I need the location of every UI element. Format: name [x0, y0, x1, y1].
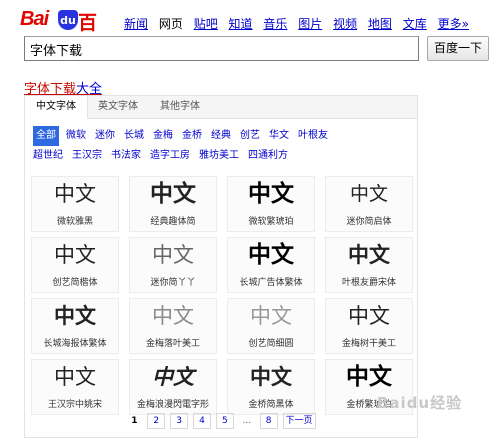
font-name: 长城广告体繁体 — [239, 278, 303, 288]
filter-jinmei[interactable]: 金梅 — [153, 126, 173, 146]
font-preview: 中文 — [348, 304, 390, 328]
font-name: 叶根友爵宋体 — [341, 278, 396, 288]
font-preview: 中文 — [150, 181, 196, 207]
filter-wanghanzong[interactable]: 王汉宗 — [72, 146, 102, 166]
font-card[interactable]: 中文 微软雅黑 — [31, 176, 119, 232]
search-button[interactable]: 百度一下 — [427, 36, 489, 61]
filter-mini[interactable]: 迷你 — [95, 126, 115, 146]
nav-item-news[interactable]: 新闻 — [124, 17, 148, 31]
filter-classic[interactable]: 经典 — [211, 126, 231, 146]
font-name: 微软雅黑 — [56, 217, 93, 227]
page-1: 1 — [131, 416, 138, 426]
font-preview: 中文 — [349, 183, 388, 205]
font-preview: 中文 — [250, 304, 292, 328]
filter-huawen[interactable]: 华文 — [269, 126, 289, 146]
font-card[interactable]: 中文 金梅落叶美工 — [129, 298, 217, 354]
font-filters: 全部 微软 迷你 长城 金梅 金桥 经典 创艺 华文 叶根友 超世纪 王汉宗 书法家 造字工房 雅坊美工四… — [33, 126, 413, 166]
font-tabs: 中文字体 英文字体 其他字体 — [25, 96, 417, 119]
nav-item-music[interactable]: 音乐 — [263, 17, 287, 31]
font-name: 金桥简黑体 — [248, 400, 294, 410]
font-card[interactable]: 中文 经典趣体简 — [129, 176, 217, 232]
font-preview: 中文 — [54, 182, 96, 206]
nav-item-video[interactable]: 视频 — [333, 17, 357, 31]
font-preview: 中文 — [248, 242, 294, 268]
nav-item-images[interactable]: 图片 — [298, 17, 322, 31]
font-preview: 中文 — [54, 365, 96, 389]
font-card[interactable]: 中文 金梅树干美工 — [325, 298, 413, 354]
filter-row-2: 超世纪 王汉宗 书法家 造字工房 雅坊美工 四通利方 — [33, 146, 413, 166]
font-name: 王汉宗中姚宋 — [47, 400, 102, 410]
font-name: 经典趣体简 — [150, 217, 196, 227]
nav-item-zhidao[interactable]: 知道 — [229, 17, 253, 31]
font-card[interactable]: 中文 长城广告体繁体 — [227, 237, 315, 293]
logo-text-bai: Bai — [20, 8, 49, 30]
filter-all[interactable]: 全部 — [33, 126, 59, 146]
font-preview: 中文 — [152, 243, 194, 267]
page-5[interactable]: 5 — [215, 413, 234, 429]
font-preview: 中文 — [152, 304, 194, 328]
page-3[interactable]: 3 — [170, 413, 189, 429]
font-card[interactable]: 中文 迷你简丫丫 — [129, 237, 217, 293]
font-preview: 中文 — [248, 181, 294, 207]
filter-jinqiao[interactable]: 金桥 — [182, 126, 202, 146]
pagination: 1 2 3 4 5 ... 8 下一页 — [25, 413, 417, 429]
font-card[interactable]: 中文 创艺简楷体 — [31, 237, 119, 293]
filter-chuangyi[interactable]: 创艺 — [240, 126, 260, 146]
page-8[interactable]: 8 — [259, 413, 278, 429]
font-card[interactable]: 中文 迷你简启体 — [325, 176, 413, 232]
font-name: 迷你简启体 — [346, 217, 392, 227]
top-nav: 新闻 网页 贴吧 知道 音乐 图片 视频 地图 文库 更多» — [124, 15, 476, 32]
font-preview: 中文 — [250, 365, 292, 389]
font-preview: 中文 — [348, 242, 390, 267]
font-preview: 中文 — [54, 304, 96, 328]
tab-english-fonts[interactable]: 英文字体 — [87, 96, 149, 118]
nav-item-more[interactable]: 更多» — [438, 17, 469, 31]
font-name: 金梅树干美工 — [341, 339, 396, 349]
next-page-link[interactable]: 下一页 — [282, 413, 316, 429]
search-input[interactable]: 字体下载 — [24, 36, 419, 61]
filter-shufajia[interactable]: 书法家 — [111, 146, 141, 166]
nav-item-wenku[interactable]: 文库 — [403, 17, 427, 31]
watermark: Baidu经验 — [377, 394, 463, 412]
font-card[interactable]: 中文 金梅浪漫閃電字形 — [129, 359, 217, 415]
filter-row-1: 全部 微软 迷你 长城 金梅 金桥 经典 创艺 华文 叶根友 — [33, 126, 413, 146]
page-ellipsis: ... — [242, 416, 252, 426]
paw-icon: du — [58, 10, 78, 30]
font-name: 金梅浪漫閃電字形 — [136, 400, 209, 410]
font-name: 长城海报体繁体 — [43, 339, 107, 349]
filter-changcheng[interactable]: 长城 — [124, 126, 144, 146]
font-name: 创艺简楷体 — [52, 278, 98, 288]
filter-chaoshiji[interactable]: 超世纪 — [33, 146, 63, 166]
page-2[interactable]: 2 — [147, 413, 166, 429]
font-card[interactable]: 中文 叶根友爵宋体 — [325, 237, 413, 293]
font-preview: 中文 — [346, 364, 392, 390]
page-4[interactable]: 4 — [193, 413, 212, 429]
font-preview: 中文 — [54, 243, 96, 267]
font-card[interactable]: 中文 微软繁琥珀 — [227, 176, 315, 232]
font-name: 微软繁琥珀 — [248, 217, 294, 227]
tab-chinese-fonts[interactable]: 中文字体 — [25, 96, 88, 119]
filter-yafang[interactable]: 雅坊美工 — [199, 146, 239, 166]
font-panel: 中文字体 英文字体 其他字体 全部 微软 迷你 长城 金梅 金桥 经典 创艺 华文 叶根友 超世纪… — [24, 95, 418, 438]
font-card[interactable]: 中文 金桥简黑体 — [227, 359, 315, 415]
nav-item-map[interactable]: 地图 — [368, 17, 392, 31]
filter-microsoft[interactable]: 微软 — [66, 126, 86, 146]
tab-other-fonts[interactable]: 其他字体 — [149, 96, 211, 118]
font-card[interactable]: 中文 王汉宗中姚宋 — [31, 359, 119, 415]
font-preview: 中文 — [152, 365, 194, 389]
font-card[interactable]: 中文 长城海报体繁体 — [31, 298, 119, 354]
filter-yegenyou[interactable]: 叶根友 — [298, 126, 328, 146]
font-name: 迷你简丫丫 — [150, 278, 196, 288]
nav-item-web[interactable]: 网页 — [159, 17, 183, 31]
font-name: 创艺简细圆 — [248, 339, 294, 349]
baidu-logo[interactable]: Bai du 百度 — [20, 8, 112, 61]
nav-item-tieba[interactable]: 贴吧 — [194, 17, 218, 31]
filter-zaozigongfang[interactable]: 造字工房 — [150, 146, 190, 166]
font-card[interactable]: 中文 创艺简细圆 — [227, 298, 315, 354]
font-name: 金梅落叶美工 — [145, 339, 200, 349]
filter-sitong[interactable]: 四通利方 — [248, 146, 288, 166]
